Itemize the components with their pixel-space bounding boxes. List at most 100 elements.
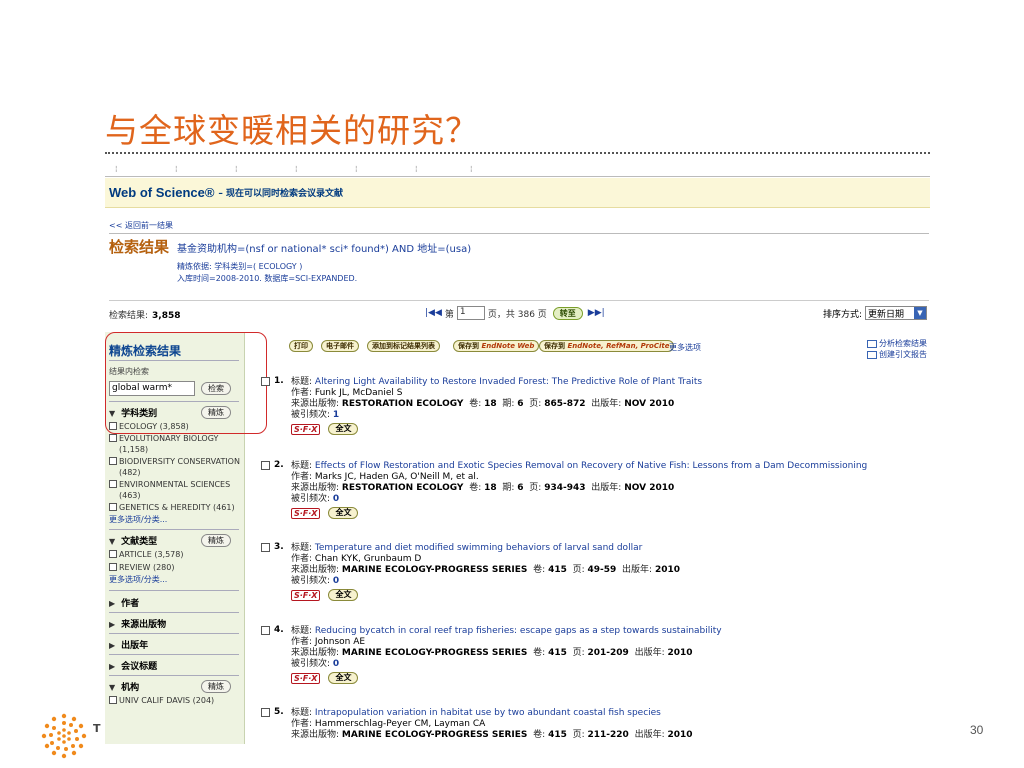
analyze-icon: [867, 339, 877, 348]
refine-option[interactable]: GENETICS & HEREDITY (461): [109, 502, 241, 513]
section-year[interactable]: ▶ 出版年: [109, 638, 148, 651]
record-checkbox[interactable]: [261, 626, 270, 635]
divider: [109, 612, 239, 613]
record-title[interactable]: Altering Light Availability to Restore I…: [315, 377, 702, 387]
refine-option[interactable]: ARTICLE (3,578): [109, 549, 241, 560]
refine-option-label: EVOLUTIONARY BIOLOGY (1,158): [119, 434, 219, 454]
sort-label: 排序方式:: [822, 309, 862, 320]
endnote-refman-label: EndNote, RefMan, ProCite: [567, 342, 670, 350]
checkbox[interactable]: [109, 550, 117, 558]
record-number: 2.: [274, 460, 284, 470]
section-subject[interactable]: ▼ 学科类别: [109, 406, 157, 419]
checkbox[interactable]: [109, 422, 117, 430]
refine-option[interactable]: ENVIRONMENTAL SCIENCES (463): [109, 479, 241, 501]
record-pages: 201-209: [587, 648, 629, 658]
wos-screenshot: Web of Science® – 现在可以同时检索会议录文献 << 返回前一结…: [105, 178, 930, 744]
fulltext-button[interactable]: 全文: [328, 423, 359, 435]
label-cited: 被引频次:: [291, 494, 331, 504]
refine-option[interactable]: EVOLUTIONARY BIOLOGY (1,158): [109, 433, 241, 455]
sfx-icon[interactable]: S·F·X: [291, 672, 321, 684]
checkbox[interactable]: [109, 563, 117, 571]
record-authors: Marks JC, Haden GA, O'Neill M, et al.: [314, 472, 479, 482]
back-link[interactable]: << 返回前一结果: [109, 220, 173, 231]
record-checkbox[interactable]: [261, 461, 270, 470]
refine-option[interactable]: BIODIVERSITY CONSERVATION (482): [109, 456, 241, 478]
label-source: 来源出版物:: [291, 730, 340, 740]
next-last-icon[interactable]: ▶▶|: [588, 308, 605, 318]
more-options-link[interactable]: 更多选项/分类...: [109, 574, 167, 585]
refine-button-org[interactable]: 精炼: [201, 680, 231, 693]
results-count: 检索结果: 3,858: [109, 308, 181, 321]
refine-option[interactable]: ECOLOGY (3,858): [109, 421, 241, 432]
record-title[interactable]: Effects of Flow Restoration and Exotic S…: [315, 461, 867, 471]
sfx-icon[interactable]: S·F·X: [291, 507, 321, 519]
checkbox[interactable]: [109, 480, 117, 488]
refine-option[interactable]: REVIEW (280): [109, 562, 241, 573]
print-button[interactable]: 打印: [289, 340, 313, 352]
sort-select[interactable]: 更新日期 ▼: [865, 306, 927, 320]
add-marked-button[interactable]: 添加到标记结果列表: [367, 340, 440, 352]
label-title: 标题:: [291, 543, 313, 553]
triangle-down-icon: ▼: [109, 683, 116, 692]
results-count-label: 检索结果:: [109, 311, 149, 321]
section-org[interactable]: ▼ 机构: [109, 680, 139, 693]
fulltext-button[interactable]: 全文: [328, 589, 359, 601]
within-search-input[interactable]: global warm*: [109, 381, 195, 396]
record-title[interactable]: Reducing bycatch in coral reef trap fish…: [315, 626, 722, 636]
label-author: 作者:: [291, 388, 313, 398]
label-volume: 卷:: [533, 730, 546, 740]
section-source[interactable]: ▶ 来源出版物: [109, 617, 166, 630]
within-search-button[interactable]: 检索: [201, 382, 231, 395]
label-source: 来源出版物:: [291, 565, 340, 575]
analyze-link[interactable]: 分析检索结果: [867, 338, 927, 349]
label-title: 标题:: [291, 461, 313, 471]
record-number: 1.: [274, 376, 284, 386]
label-author: 作者:: [291, 637, 313, 647]
label-source: 来源出版物:: [291, 648, 340, 658]
record-volume: 415: [548, 648, 567, 658]
divider: [109, 633, 239, 634]
page-input[interactable]: 1: [456, 306, 485, 320]
save-endnote-web-button[interactable]: 保存到 EndNote Web: [453, 340, 540, 352]
checkbox[interactable]: [109, 503, 117, 511]
email-button[interactable]: 电子邮件: [321, 340, 359, 352]
first-prev-icon[interactable]: |◀◀: [425, 308, 442, 318]
checkbox[interactable]: [109, 696, 117, 704]
refine-sidebar: 精炼检索结果 结果内检索 global warm* 检索 ▼ 学科类别 精炼 EC…: [105, 332, 245, 744]
record-cited[interactable]: 1: [333, 410, 339, 420]
more-options-link[interactable]: 更多选项/分类...: [109, 514, 167, 525]
wos-subtitle: – 现在可以同时检索会议录文献: [218, 189, 344, 199]
save-endnote-refman-button[interactable]: 保存到 EndNote, RefMan, ProCite: [539, 340, 675, 352]
checkbox[interactable]: [109, 457, 117, 465]
refine-button-subject[interactable]: 精炼: [201, 406, 231, 419]
record-title[interactable]: Temperature and diet modified swimming b…: [315, 543, 642, 553]
results-title: 检索结果: [109, 238, 170, 256]
record-year: 2010: [667, 730, 693, 740]
fulltext-button[interactable]: 全文: [328, 507, 359, 519]
section-doctype[interactable]: ▼ 文献类型: [109, 534, 157, 547]
record-checkbox[interactable]: [261, 708, 270, 717]
record-checkbox[interactable]: [261, 543, 270, 552]
label-year: 出版年:: [591, 399, 622, 409]
checkbox[interactable]: [109, 434, 117, 442]
record-title[interactable]: Intrapopulation variation in habitat use…: [315, 708, 661, 718]
fulltext-button[interactable]: 全文: [328, 672, 359, 684]
divider: [109, 401, 239, 402]
section-conference[interactable]: ▶ 会议标题: [109, 659, 157, 672]
more-options-link[interactable]: 更多选项: [669, 342, 701, 353]
record-source: MARINE ECOLOGY-PROGRESS SERIES: [341, 730, 528, 740]
refine-button-doctype[interactable]: 精炼: [201, 534, 231, 547]
section-author[interactable]: ▶ 作者: [109, 596, 139, 609]
sfx-icon[interactable]: S·F·X: [291, 589, 321, 601]
record-volume: 18: [484, 483, 497, 493]
record-issue: 6: [517, 483, 524, 493]
refine-option[interactable]: UNIV CALIF DAVIS (204): [109, 695, 241, 706]
go-button[interactable]: 转至: [552, 306, 583, 320]
record-authors: Johnson AE: [314, 637, 366, 647]
record-checkbox[interactable]: [261, 377, 270, 386]
sfx-icon[interactable]: S·F·X: [291, 423, 321, 435]
label-year: 出版年:: [634, 730, 665, 740]
page-number: 30: [970, 723, 984, 737]
wos-brand[interactable]: Web of Science®: [109, 185, 214, 200]
citation-report-link[interactable]: 创建引文报告: [867, 349, 927, 360]
